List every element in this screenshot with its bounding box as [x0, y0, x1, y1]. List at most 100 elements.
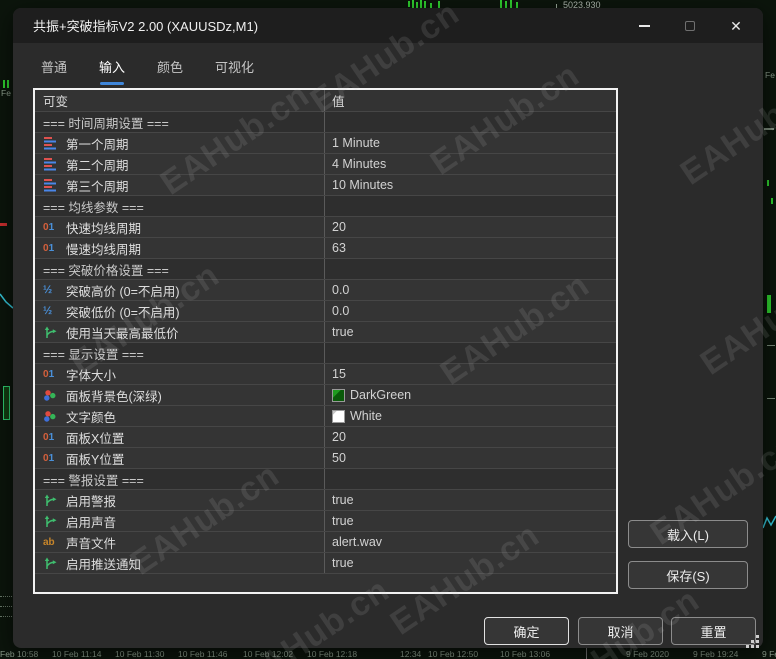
param-name-cell: 启用推送通知 — [35, 553, 325, 573]
param-label: === 警报设置 === — [43, 473, 144, 488]
param-row[interactable]: 第三个周期 10 Minutes — [35, 175, 616, 196]
param-label: 文字颜色 — [66, 410, 117, 425]
param-value-cell[interactable]: true — [325, 553, 616, 573]
screen: Fe Fe 5023.930 Feb 10:58 10 Feb 11:14 10… — [0, 0, 776, 659]
param-name-cell: 0 1 面板Y位置 — [35, 448, 325, 468]
bg-gray-dash-right — [764, 128, 774, 130]
timeframe-icon — [43, 157, 60, 171]
param-row[interactable]: 0 1 面板X位置 20 — [35, 427, 616, 448]
param-value-cell — [325, 469, 616, 489]
param-value: 0.0 — [332, 283, 350, 297]
title-bar[interactable]: 共振+突破指标V2 2.00 (XAUUSDz,M1) ✕ — [13, 8, 763, 43]
param-label: 突破低价 (0=不启用) — [66, 305, 180, 320]
param-label: === 时间周期设置 === — [43, 116, 169, 131]
param-value-cell[interactable]: 1 Minute — [325, 133, 616, 153]
load-button[interactable]: 载入(L) — [628, 520, 748, 548]
param-value-cell[interactable]: White — [325, 406, 616, 426]
bg-dotted-line — [0, 616, 12, 617]
ok-button[interactable]: 确定 — [484, 617, 569, 645]
param-value-cell[interactable]: true — [325, 322, 616, 342]
tab-1[interactable]: 输入 — [99, 57, 125, 85]
param-value: true — [332, 556, 354, 570]
param-value-cell[interactable]: 63 — [325, 238, 616, 258]
bg-cyan-line-left — [0, 293, 13, 309]
param-label: 字体大小 — [66, 368, 117, 383]
tab-label: 可视化 — [215, 60, 255, 75]
param-row[interactable]: 0 1 面板Y位置 50 — [35, 448, 616, 469]
time-axis-label: 12:34 — [400, 649, 422, 659]
bg-volume-bar — [408, 1, 410, 7]
reset-button[interactable]: 重置 — [671, 617, 756, 645]
param-row[interactable]: ½ 突破高价 (0=不启用) 0.0 — [35, 280, 616, 301]
param-row[interactable]: 第一个周期 1 Minute — [35, 133, 616, 154]
param-value: 0.0 — [332, 304, 350, 318]
bg-volume-bar — [510, 0, 512, 8]
param-row[interactable]: 启用声音 true — [35, 511, 616, 532]
window-controls: ✕ — [621, 8, 759, 43]
param-value: DarkGreen — [350, 388, 412, 402]
bg-dotted-line — [0, 606, 12, 607]
save-button[interactable]: 保存(S) — [628, 561, 748, 589]
param-row[interactable]: 0 1 快速均线周期 20 — [35, 217, 616, 238]
tab-label: 普通 — [41, 60, 68, 75]
param-row[interactable]: 启用推送通知 true — [35, 553, 616, 574]
param-row[interactable]: 启用警报 true — [35, 490, 616, 511]
param-row[interactable]: 第二个周期 4 Minutes — [35, 154, 616, 175]
param-name-cell: 第一个周期 — [35, 133, 325, 153]
param-row[interactable]: 0 1 字体大小 15 — [35, 364, 616, 385]
integer-icon: 01 — [43, 368, 55, 380]
maximize-button[interactable] — [667, 8, 713, 43]
param-value-cell[interactable]: 20 — [325, 217, 616, 237]
param-value-cell[interactable]: 20 — [325, 427, 616, 447]
param-row[interactable]: ½ 突破低价 (0=不启用) 0.0 — [35, 301, 616, 322]
param-label: === 突破价格设置 === — [43, 263, 169, 278]
param-value-cell[interactable]: 50 — [325, 448, 616, 468]
param-value-cell[interactable]: alert.wav — [325, 532, 616, 552]
param-row[interactable]: 面板背景色(深绿) DarkGreen — [35, 385, 616, 406]
color-icon — [43, 389, 60, 402]
param-value-cell[interactable]: DarkGreen — [325, 385, 616, 405]
tab-0[interactable]: 普通 — [41, 57, 67, 85]
param-value: 50 — [332, 451, 346, 465]
close-button[interactable]: ✕ — [713, 8, 759, 43]
param-value-cell[interactable]: 4 Minutes — [325, 154, 616, 174]
integer-icon: 01 — [43, 221, 55, 233]
maximize-icon — [685, 20, 695, 31]
cancel-button[interactable]: 取消 — [578, 617, 663, 645]
param-name-cell: ab 声音文件 — [35, 532, 325, 552]
param-row[interactable]: 使用当天最高最低价 true — [35, 322, 616, 343]
param-value-cell[interactable]: 15 — [325, 364, 616, 384]
minimize-button[interactable] — [621, 8, 667, 43]
param-value: 4 Minutes — [332, 157, 387, 171]
param-label: 快速均线周期 — [66, 221, 142, 236]
tab-bar: 普通 输入 颜色 可视化 — [41, 57, 763, 85]
indicator-settings-dialog: 共振+突破指标V2 2.00 (XAUUSDz,M1) ✕ 普通 输入 颜色 可视化 … — [13, 8, 763, 648]
param-row[interactable]: 文字颜色 White — [35, 406, 616, 427]
param-value-cell[interactable]: 10 Minutes — [325, 175, 616, 195]
resize-grip[interactable] — [745, 634, 760, 649]
section-row: === 显示设置 === — [35, 343, 616, 364]
param-value: 10 Minutes — [332, 178, 394, 192]
param-value-cell[interactable]: 0.0 — [325, 301, 616, 321]
param-value-cell[interactable]: 0.0 — [325, 280, 616, 300]
double-icon: ½ — [43, 284, 53, 296]
timeframe-icon — [43, 136, 60, 150]
param-value-cell[interactable]: true — [325, 511, 616, 531]
param-label: 第二个周期 — [66, 158, 129, 173]
bg-cyan-line-right — [763, 515, 776, 529]
param-name-cell: 启用警报 — [35, 490, 325, 510]
time-axis-label: 10 Feb 11:30 — [115, 649, 165, 659]
boolean-icon — [43, 515, 60, 528]
bg-symbol-fragment: Fe — [1, 88, 11, 98]
param-row[interactable]: ab 声音文件 alert.wav — [35, 532, 616, 553]
param-name-cell: 面板背景色(深绿) — [35, 385, 325, 405]
bg-tick-left — [7, 80, 9, 88]
param-label: 慢速均线周期 — [66, 242, 142, 257]
tab-2[interactable]: 颜色 — [157, 57, 183, 85]
param-row[interactable]: 0 1 慢速均线周期 63 — [35, 238, 616, 259]
param-value-cell[interactable]: true — [325, 490, 616, 510]
param-label: 启用推送通知 — [66, 557, 142, 572]
bg-volume-bar — [505, 1, 507, 8]
time-axis-label: 10 Feb 11:46 — [178, 649, 228, 659]
tab-3[interactable]: 可视化 — [215, 57, 254, 85]
